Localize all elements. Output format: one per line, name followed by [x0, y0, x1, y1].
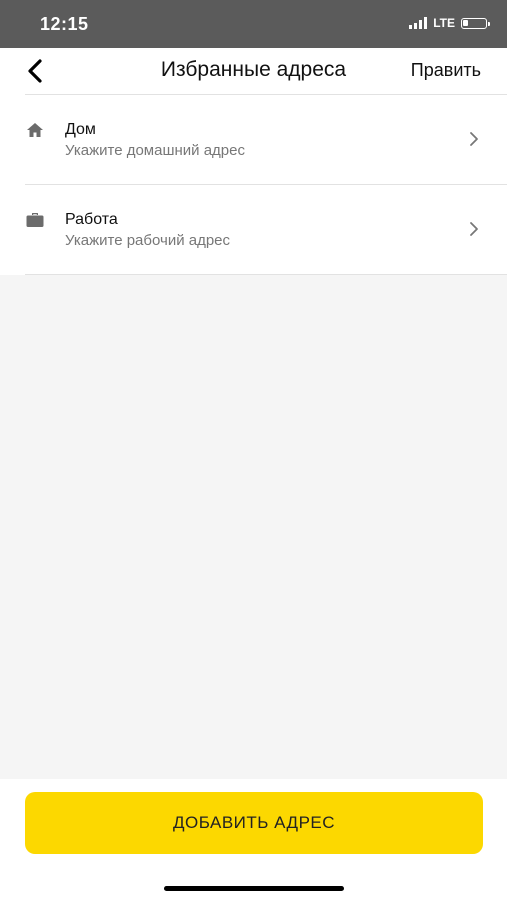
address-subtitle: Укажите рабочий адрес: [65, 232, 231, 249]
network-type: LTE: [433, 16, 455, 30]
address-title: Дом: [65, 121, 96, 138]
add-address-button[interactable]: ДОБАВИТЬ АДРЕС: [25, 792, 483, 854]
status-indicators: LTE: [409, 16, 490, 30]
address-item-home[interactable]: Дом Укажите домашний адрес: [25, 94, 507, 184]
bottom-bar: ДОБАВИТЬ АДРЕС: [0, 779, 507, 900]
signal-icon: [409, 17, 428, 29]
address-title: Работа: [65, 211, 118, 228]
status-bar: 12:15 LTE: [0, 0, 507, 48]
address-item-work[interactable]: Работа Укажите рабочий адрес: [25, 184, 507, 275]
edit-button[interactable]: Править: [411, 60, 481, 81]
battery-icon: [461, 17, 490, 29]
home-indicator[interactable]: [164, 886, 344, 891]
home-icon: [25, 122, 45, 138]
chevron-right-icon: [470, 132, 478, 146]
nav-header: Избранные адреса Править: [0, 48, 507, 94]
address-list: Дом Укажите домашний адрес Работа Укажит…: [0, 94, 507, 275]
status-time: 12:15: [40, 14, 89, 34]
chevron-right-icon: [470, 222, 478, 236]
address-subtitle: Укажите домашний адрес: [65, 142, 245, 159]
briefcase-icon: [25, 212, 45, 228]
